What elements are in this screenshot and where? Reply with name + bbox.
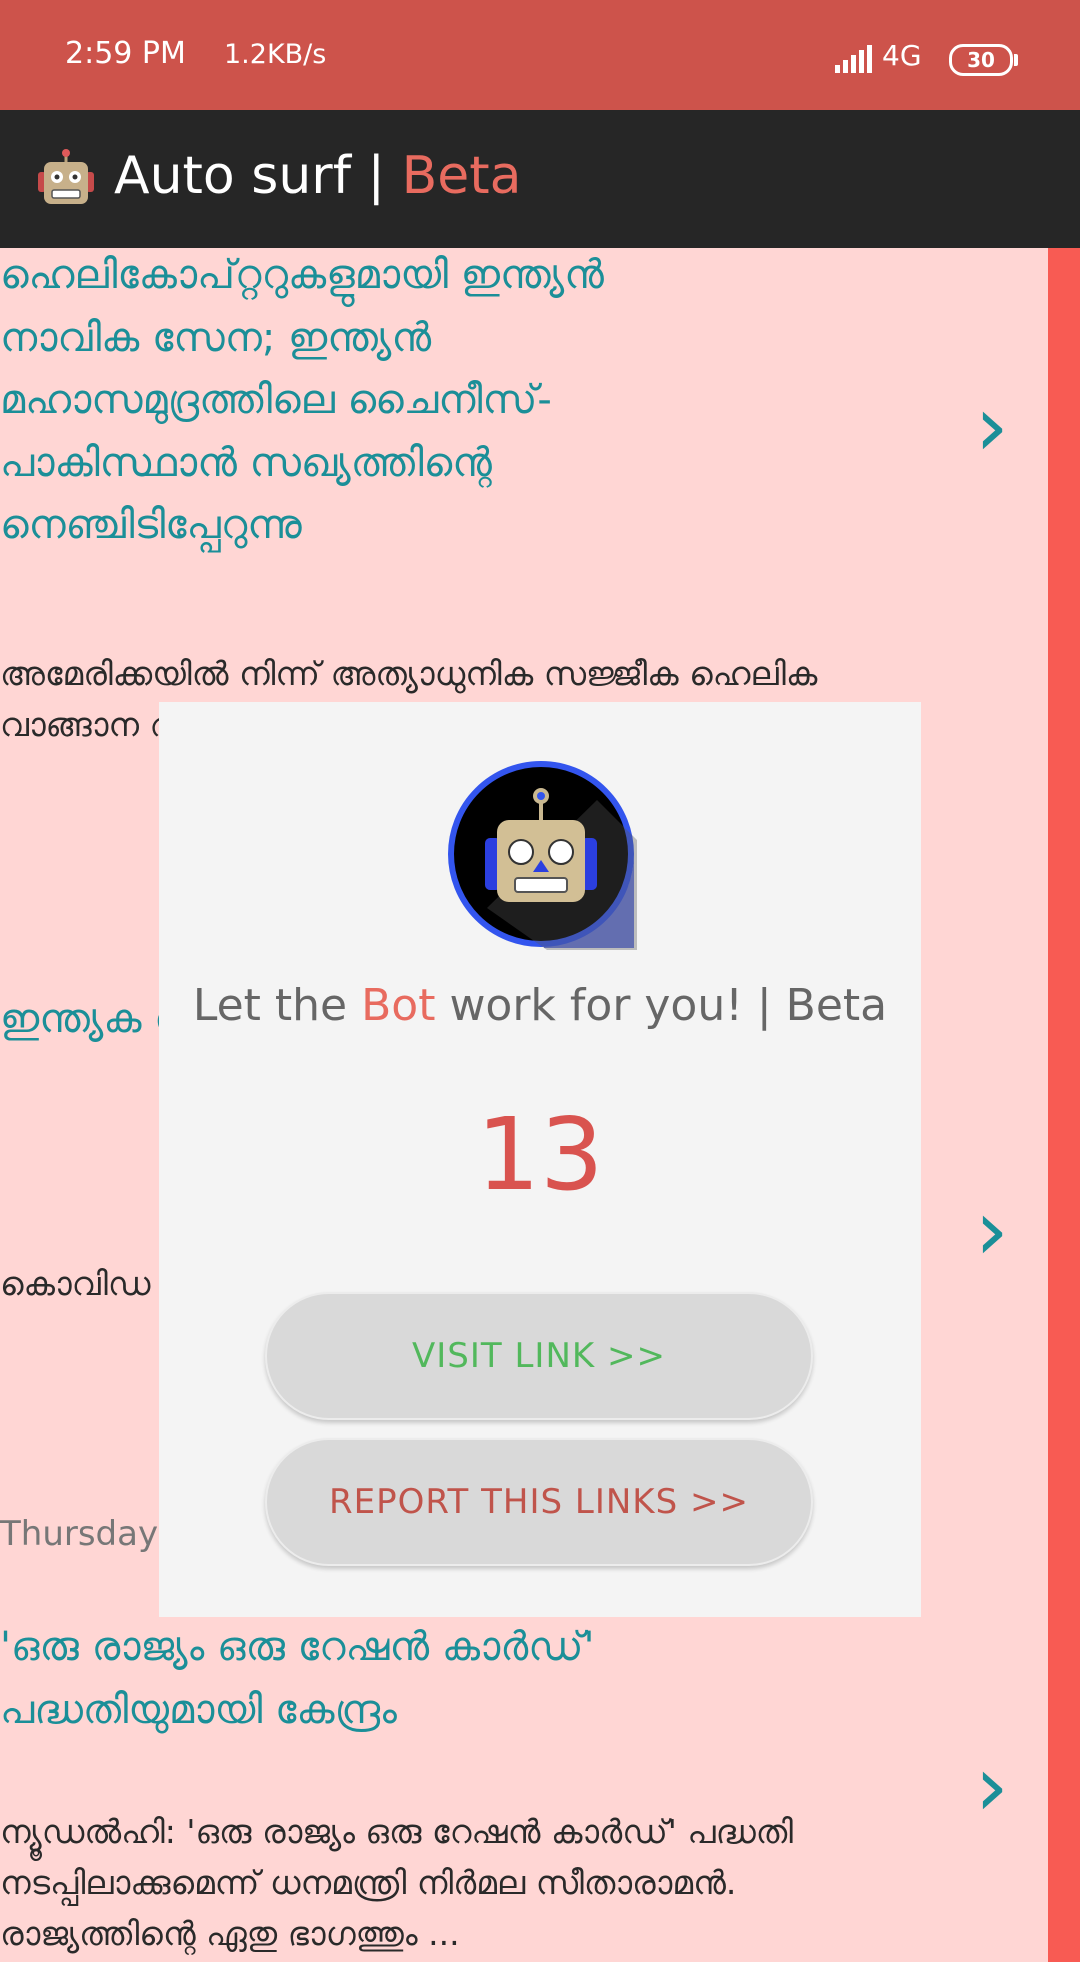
app-bar: Auto surf | Beta [0,110,1080,248]
article-body[interactable]: ന്യൂഡൽഹി: 'ഒരു രാജ്യം ഒരു റേഷൻ കാർഡ്' പദ… [0,1806,940,1959]
chevron-right-icon[interactable]: › [975,384,1009,468]
countdown-timer: 13 [476,1096,604,1213]
app-title-beta: Beta [401,146,522,206]
status-bar: 2:59 PM 1.2KB/s 4G 30 [0,0,1080,110]
chevron-right-icon[interactable]: › [975,1744,1009,1828]
chevron-right-icon[interactable]: › [975,1188,1009,1272]
signal-icon [835,43,877,73]
network-type: 4G [882,39,922,72]
tagline-bot: Bot [361,980,436,1031]
bot-dialog: Let the Bot work for you! | Beta 13 VISI… [159,702,921,1617]
day-label: Thursday [0,1514,159,1554]
app-title-main: Auto surf | [114,146,402,206]
article-title[interactable]: 'ഒരു രാജ്യം ഒരു റേഷൻ കാർഡ്' പദ്ധതിയുമായി… [0,1616,640,1741]
dialog-tagline: Let the Bot work for you! | Beta [159,980,921,1031]
article-title[interactable]: ഹെലികോപ്റ്ററുകളുമായി ഇന്ത്യൻ നാവിക സേന; … [0,248,640,557]
report-links-button[interactable]: REPORT THIS LINKS >> [265,1438,813,1566]
status-time: 2:59 PM [65,36,186,71]
scrollbar[interactable] [1048,248,1080,1962]
robot-icon [38,149,94,204]
tagline-post: work for you! | Beta [435,980,888,1031]
tagline-pre: Let the [192,980,362,1031]
network-speed: 1.2KB/s [224,39,327,70]
bot-avatar-icon [448,761,637,950]
app-title: Auto surf | Beta [114,146,522,206]
battery-icon: 30 [949,44,1018,76]
visit-link-button[interactable]: VISIT LINK >> [265,1292,813,1420]
